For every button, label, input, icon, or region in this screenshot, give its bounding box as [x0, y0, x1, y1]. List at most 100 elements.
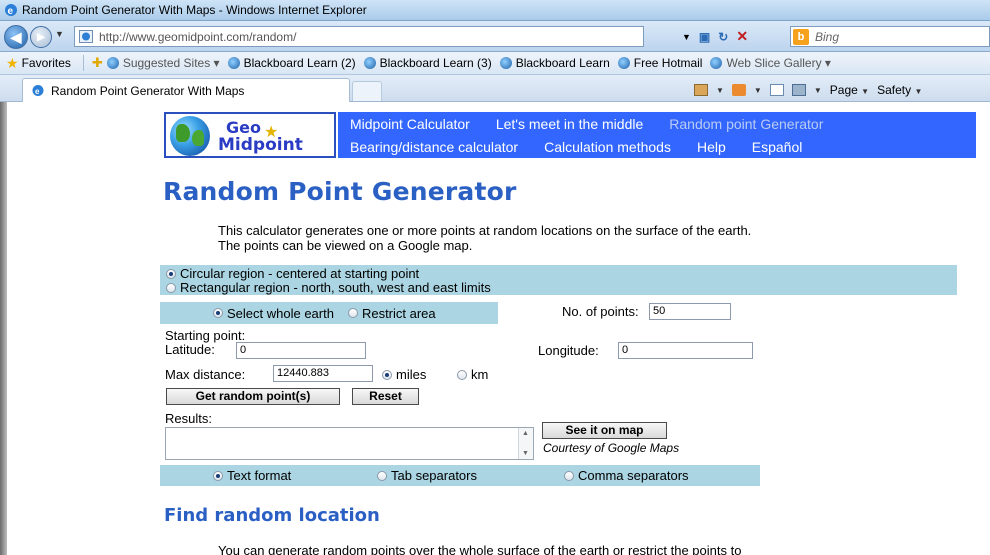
region-selector: Circular region - centered at starting p…	[160, 265, 957, 295]
menu-calculation-methods[interactable]: Calculation methods	[544, 139, 671, 155]
intro-line: This calculator generates one or more po…	[218, 223, 752, 238]
divider	[82, 55, 84, 71]
fav-link-label: Blackboard Learn (2)	[243, 56, 356, 70]
fav-link-blackboard[interactable]: Blackboard Learn	[499, 56, 610, 70]
fav-link-blackboard-2[interactable]: Blackboard Learn (2)	[227, 56, 356, 70]
bing-icon: b	[793, 29, 809, 45]
search-placeholder: Bing	[815, 30, 840, 44]
npoints-label: No. of points:	[562, 304, 639, 319]
unit-miles-option[interactable]: miles	[382, 367, 426, 382]
region-circular-option[interactable]: Circular region - centered at starting p…	[166, 266, 419, 281]
forward-button[interactable]: ▶	[30, 26, 52, 48]
add-favorite-icon[interactable]: ✚	[92, 55, 103, 71]
page-menu-label: Page	[829, 83, 858, 97]
window-left-edge	[0, 102, 7, 555]
courtesy-text: Courtesy of Google Maps	[543, 441, 680, 455]
search-input[interactable]: b Bing	[790, 26, 990, 47]
compat-view-icon[interactable]: ▣	[699, 30, 710, 44]
ie-page-icon	[227, 57, 240, 69]
npoints-input[interactable]: 50	[649, 303, 731, 320]
menu-row: Bearing/distance calculator Calculation …	[338, 135, 816, 158]
scope-restrict-option[interactable]: Restrict area	[347, 306, 436, 321]
max-distance-label: Max distance:	[165, 367, 246, 382]
radio-restrict-area[interactable]	[347, 308, 358, 318]
unit-miles-label: miles	[396, 367, 427, 382]
page-content: Geo ★ Midpoint Midpoint Calculator Let's…	[7, 102, 990, 555]
ie-page-icon	[499, 57, 512, 69]
format-tab-option[interactable]: Tab separators	[377, 468, 477, 483]
radio-comma-separators[interactable]	[564, 470, 574, 481]
radio-circular[interactable]	[166, 268, 176, 279]
max-distance-input[interactable]: 12440.883	[273, 365, 373, 382]
format-tab-label: Tab separators	[391, 468, 477, 483]
see-on-map-button[interactable]: See it on map	[542, 422, 667, 439]
region-circular-label: Circular region - centered at starting p…	[180, 266, 420, 281]
menu-bearing-distance[interactable]: Bearing/distance calculator	[350, 139, 518, 155]
region-rectangular-option[interactable]: Rectangular region - north, south, west …	[166, 280, 491, 295]
feeds-icon[interactable]	[731, 84, 746, 96]
mail-icon[interactable]	[769, 84, 784, 96]
fav-link-suggested[interactable]: Suggested Sites ▾	[106, 56, 220, 70]
refresh-icon[interactable]: ↻	[718, 30, 728, 44]
safety-menu-label: Safety	[877, 83, 912, 97]
fav-link-web-slice[interactable]: Web Slice Gallery ▾	[710, 56, 831, 70]
new-tab-button[interactable]	[352, 81, 382, 101]
chevron-down-icon[interactable]: ▼	[754, 86, 762, 95]
scroll-down-icon[interactable]: ▼	[522, 450, 529, 457]
starting-point-label: Starting point:	[165, 328, 246, 343]
history-dropdown-icon[interactable]: ▼	[55, 29, 64, 39]
results-textarea[interactable]: ▲ ▼	[165, 427, 534, 460]
scroll-up-icon[interactable]: ▲	[522, 430, 529, 437]
fav-link-blackboard-3[interactable]: Blackboard Learn (3)	[363, 56, 492, 70]
radio-km[interactable]	[457, 369, 467, 380]
section-text: You can generate random points over the …	[218, 543, 742, 555]
favorites-button[interactable]: Favorites	[22, 56, 71, 70]
address-input[interactable]: http://www.geomidpoint.com/random/	[74, 26, 644, 47]
svg-text:e: e	[8, 6, 14, 17]
tab-bar: e Random Point Generator With Maps ▼ ▼ ▼…	[0, 75, 990, 102]
chevron-down-icon[interactable]: ▼	[814, 86, 822, 95]
logo-text-midpoint: Midpoint	[218, 135, 303, 155]
format-comma-option[interactable]: Comma separators	[564, 468, 689, 483]
safety-menu[interactable]: Safety ▼	[877, 83, 922, 97]
chevron-down-icon[interactable]: ▼	[716, 86, 724, 95]
url-dropdown-icon[interactable]: ▼	[682, 32, 691, 42]
fav-link-hotmail[interactable]: Free Hotmail	[617, 56, 703, 70]
menu-meet-in-middle[interactable]: Let's meet in the middle	[496, 116, 643, 132]
radio-miles[interactable]	[382, 369, 392, 380]
menu-espanol[interactable]: Español	[752, 139, 803, 155]
scope-whole-option[interactable]: Select whole earth	[213, 306, 334, 321]
results-scrollbar[interactable]: ▲ ▼	[518, 428, 533, 459]
ie-page-icon	[617, 57, 630, 69]
menu-midpoint-calculator[interactable]: Midpoint Calculator	[350, 116, 470, 132]
forward-arrow-icon: ▶	[37, 31, 45, 43]
reset-button[interactable]: Reset	[352, 388, 419, 405]
format-text-option[interactable]: Text format	[213, 468, 291, 483]
unit-km-option[interactable]: km	[457, 367, 488, 382]
radio-text-format[interactable]	[213, 470, 223, 481]
fav-link-label: Free Hotmail	[633, 56, 703, 70]
tab-random-point-generator[interactable]: e Random Point Generator With Maps	[22, 78, 350, 102]
back-button[interactable]: ◀	[4, 25, 28, 49]
radio-tab-separators[interactable]	[377, 470, 387, 481]
radio-rectangular[interactable]	[166, 282, 176, 293]
stop-icon[interactable]: ✕	[736, 28, 748, 45]
fav-link-label: Blackboard Learn	[515, 56, 610, 70]
longitude-input[interactable]: 0	[618, 342, 753, 359]
site-menu: Midpoint Calculator Let's meet in the mi…	[338, 112, 976, 158]
ie-page-icon: e	[32, 85, 44, 96]
intro-text: This calculator generates one or more po…	[218, 223, 938, 253]
print-icon[interactable]	[791, 84, 806, 96]
get-random-points-button[interactable]: Get random point(s)	[166, 388, 340, 405]
page-menu[interactable]: Page ▼	[830, 83, 869, 97]
menu-random-point-generator[interactable]: Random point Generator	[669, 116, 823, 132]
site-logo[interactable]: Geo ★ Midpoint	[164, 112, 336, 158]
menu-help[interactable]: Help	[697, 139, 726, 155]
radio-whole-earth[interactable]	[213, 308, 223, 318]
home-icon[interactable]	[694, 84, 708, 96]
fav-link-label: Suggested Sites ▾	[122, 56, 220, 70]
chevron-down-icon: ▼	[914, 87, 923, 96]
ie-page-icon	[363, 57, 376, 69]
latitude-input[interactable]: 0	[236, 342, 366, 359]
favorites-star-icon: ★	[6, 54, 19, 71]
